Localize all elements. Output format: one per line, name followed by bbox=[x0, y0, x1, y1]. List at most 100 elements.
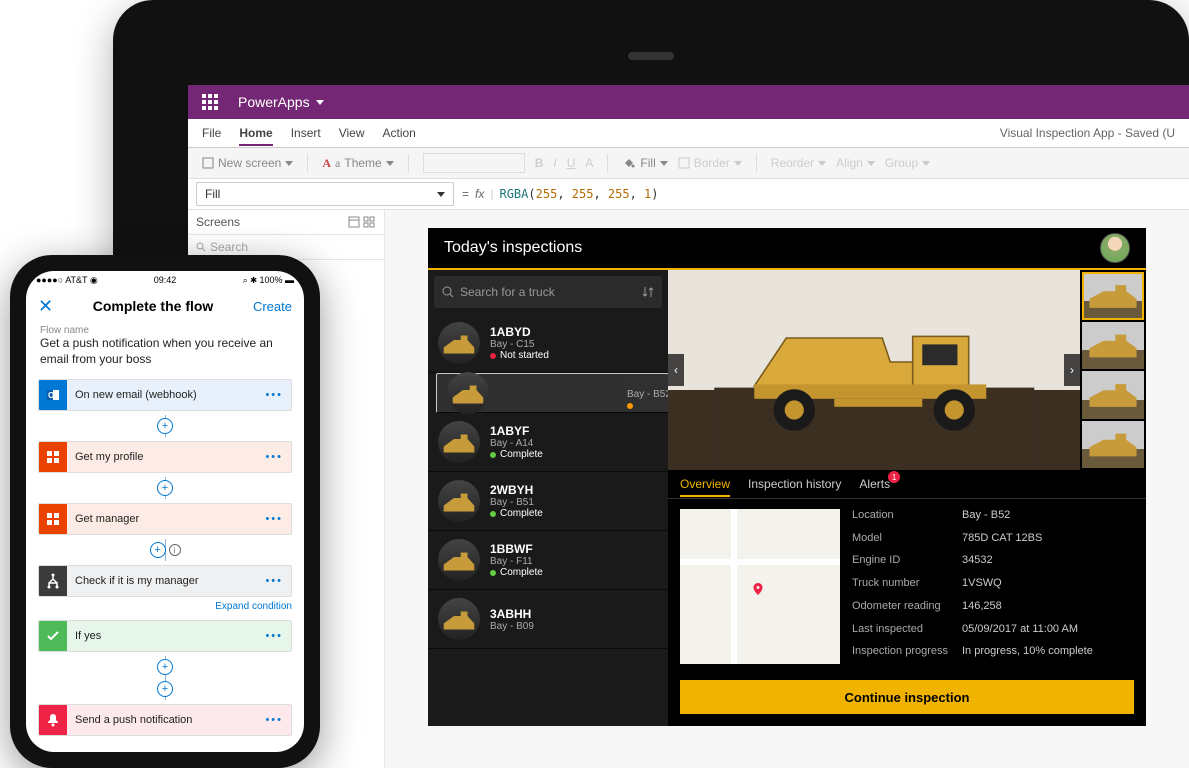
truck-row[interactable]: 1VSWQ Bay - B52 In progress bbox=[436, 373, 668, 413]
detail-tabs: Overview Inspection history Alerts 1 bbox=[668, 470, 1146, 499]
truck-thumb bbox=[438, 539, 480, 581]
flow-step[interactable]: O On new email (webhook) ••• bbox=[38, 379, 292, 411]
sort-icon[interactable] bbox=[642, 286, 654, 298]
alerts-badge: 1 bbox=[888, 471, 900, 483]
menu-file[interactable]: File bbox=[202, 126, 221, 140]
new-screen-button[interactable]: New screen bbox=[202, 156, 293, 170]
truck-bay: Bay - C15 bbox=[490, 339, 549, 350]
add-step-button[interactable]: + bbox=[157, 480, 173, 496]
thumb-4[interactable] bbox=[1082, 421, 1144, 469]
phone-device: ●●●●○ AT&T ◉ 09:42 ⌕ ✱ 100% ▬ ✕ Complete… bbox=[10, 255, 320, 768]
info-icon[interactable]: i bbox=[169, 544, 181, 556]
property-label: Fill bbox=[205, 187, 220, 201]
property-selector[interactable]: Fill bbox=[196, 182, 454, 206]
powerapps-window: PowerApps File Home Insert View Action V… bbox=[188, 85, 1189, 768]
chevron-down-icon bbox=[437, 192, 445, 197]
tree-view-toggle[interactable] bbox=[348, 216, 376, 228]
flow-app: ●●●●○ AT&T ◉ 09:42 ⌕ ✱ 100% ▬ ✕ Complete… bbox=[26, 271, 304, 752]
battery-icon: ▬ bbox=[285, 275, 294, 285]
inspection-app: Today's inspections Search for a truck bbox=[428, 228, 1146, 726]
connector: + bbox=[38, 656, 292, 678]
add-step-button[interactable]: + bbox=[157, 418, 173, 434]
location-map[interactable] bbox=[680, 509, 840, 664]
step-label: Check if it is my manager bbox=[75, 575, 198, 587]
thumb-3[interactable] bbox=[1082, 371, 1144, 419]
truck-row[interactable]: 1BBWF Bay - F11 Complete bbox=[428, 531, 668, 590]
theme-button[interactable]: Aa Theme bbox=[322, 156, 393, 171]
app-launcher-icon[interactable] bbox=[188, 85, 232, 119]
step-menu-button[interactable]: ••• bbox=[257, 513, 291, 525]
formula-bar: Fill = fx | RGBA(255, 255, 255, 1) bbox=[188, 179, 1189, 210]
step-menu-button[interactable]: ••• bbox=[257, 575, 291, 587]
connector: + bbox=[38, 477, 292, 499]
step-menu-button[interactable]: ••• bbox=[257, 389, 291, 401]
truck-row[interactable]: 1ABYD Bay - C15 Not started bbox=[428, 314, 668, 373]
menubar: File Home Insert View Action Visual Insp… bbox=[188, 119, 1189, 148]
tab-alerts[interactable]: Alerts 1 bbox=[859, 477, 890, 491]
formula-input[interactable]: RGBA(255, 255, 255, 1) bbox=[493, 187, 658, 201]
theme-label: Theme bbox=[344, 156, 381, 170]
step-menu-button[interactable]: ••• bbox=[257, 451, 291, 463]
font-color-button: A bbox=[585, 156, 593, 170]
truck-search[interactable]: Search for a truck bbox=[434, 276, 662, 308]
hero-image: ‹ › bbox=[668, 270, 1080, 470]
border-button: Border bbox=[678, 156, 742, 170]
equals-label: = bbox=[462, 187, 469, 201]
truck-bay: Bay - A14 bbox=[490, 438, 543, 449]
image-thumbnails bbox=[1080, 270, 1146, 470]
menu-insert[interactable]: Insert bbox=[291, 126, 321, 140]
wifi-icon: ◉ bbox=[90, 275, 98, 285]
truck-row[interactable]: 3ABHH Bay - B09 bbox=[428, 590, 668, 649]
flow-step[interactable]: If yes ••• bbox=[38, 620, 292, 652]
fill-button[interactable]: Fill bbox=[622, 156, 667, 170]
check-icon bbox=[39, 621, 67, 651]
menu-home[interactable]: Home bbox=[239, 126, 272, 146]
truck-bay: Bay - B52 bbox=[627, 389, 668, 400]
truck-name: 1ABYF bbox=[490, 424, 543, 438]
flow-step[interactable]: Check if it is my manager ••• bbox=[38, 565, 292, 597]
flow-step[interactable]: Send a push notification ••• bbox=[38, 704, 292, 736]
continue-inspection-button[interactable]: Continue inspection bbox=[680, 680, 1134, 714]
detail-key: Truck number bbox=[852, 577, 962, 596]
tree-search-placeholder: Search bbox=[210, 240, 248, 254]
product-name[interactable]: PowerApps bbox=[232, 94, 330, 110]
flow-step[interactable]: Get manager ••• bbox=[38, 503, 292, 535]
truck-list-panel: Search for a truck 1ABYD Bay - C15 Not s… bbox=[428, 270, 668, 726]
group-button: Group bbox=[885, 156, 930, 170]
chevron-down-icon bbox=[316, 100, 324, 105]
detail-key: Model bbox=[852, 532, 962, 551]
new-screen-label: New screen bbox=[218, 156, 281, 170]
truck-row[interactable]: 2WBYH Bay - B51 Complete bbox=[428, 472, 668, 531]
step-menu-button[interactable]: ••• bbox=[257, 630, 291, 642]
tab-history[interactable]: Inspection history bbox=[748, 477, 841, 491]
detail-value: 05/09/2017 at 11:00 AM bbox=[962, 623, 1134, 642]
bell-icon bbox=[39, 705, 67, 735]
step-label: Get my profile bbox=[75, 451, 143, 463]
truck-row[interactable]: 1ABYF Bay - A14 Complete bbox=[428, 413, 668, 472]
branch-icon bbox=[39, 566, 67, 596]
step-label: Get manager bbox=[75, 513, 139, 525]
truck-thumb bbox=[438, 421, 480, 463]
detail-panel: ‹ › bbox=[668, 270, 1146, 726]
prev-image-button[interactable]: ‹ bbox=[668, 354, 684, 386]
add-step-button[interactable]: + bbox=[150, 542, 166, 558]
detail-value: 785D CAT 12BS bbox=[962, 532, 1134, 551]
step-menu-button[interactable]: ••• bbox=[257, 714, 291, 726]
expand-condition-link[interactable]: Expand condition bbox=[38, 601, 292, 612]
flow-step[interactable]: Get my profile ••• bbox=[38, 441, 292, 473]
next-image-button[interactable]: › bbox=[1064, 354, 1080, 386]
menu-action[interactable]: Action bbox=[383, 126, 416, 140]
add-step-button[interactable]: + bbox=[157, 659, 173, 675]
app-header: Today's inspections bbox=[428, 228, 1146, 270]
create-button[interactable]: Create bbox=[253, 299, 292, 314]
tab-overview[interactable]: Overview bbox=[680, 477, 730, 491]
close-button[interactable]: ✕ bbox=[38, 296, 53, 317]
add-step-button[interactable]: + bbox=[157, 681, 173, 697]
flow-description[interactable]: Get a push notification when you receive… bbox=[26, 336, 304, 375]
avatar[interactable] bbox=[1100, 233, 1130, 263]
truck-status: Complete bbox=[490, 449, 543, 460]
thumb-2[interactable] bbox=[1082, 322, 1144, 370]
paint-bucket-icon bbox=[622, 156, 636, 170]
thumb-1[interactable] bbox=[1082, 272, 1144, 320]
menu-view[interactable]: View bbox=[339, 126, 365, 140]
